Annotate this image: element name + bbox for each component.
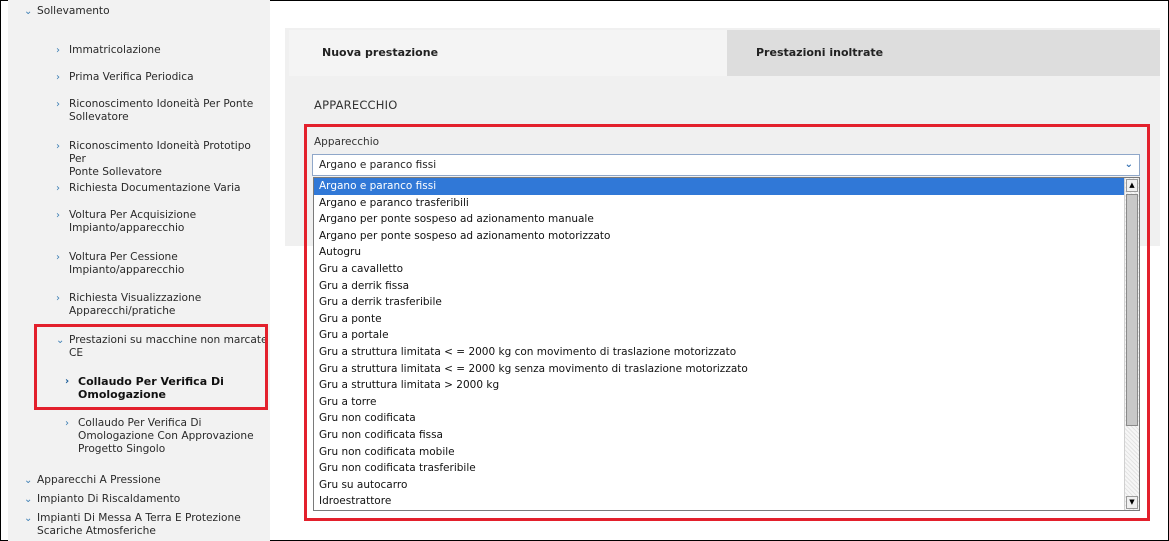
chevron-right-icon: › xyxy=(56,99,60,110)
sidebar-item-voltura-acquisizione[interactable]: › Voltura Per Acquisizione Impianto/appa… xyxy=(56,209,266,235)
field-highlight-box xyxy=(304,124,1150,521)
tab-prestazioni-inoltrate[interactable]: Prestazioni inoltrate xyxy=(727,30,1160,76)
sidebar-highlight-box xyxy=(34,324,268,410)
chevron-right-icon: › xyxy=(56,141,60,152)
chevron-down-icon: ⌄ xyxy=(24,494,33,505)
chevron-down-icon: ⌄ xyxy=(24,513,33,524)
tab-nuova-prestazione[interactable]: Nuova prestazione xyxy=(289,30,727,76)
sidebar-item-voltura-cessione[interactable]: › Voltura Per Cessione Impianto/apparecc… xyxy=(56,251,266,277)
chevron-right-icon: › xyxy=(56,183,60,194)
sidebar-item-immatricolazione[interactable]: › Immatricolazione xyxy=(56,44,266,57)
chevron-down-icon: ⌄ xyxy=(24,475,33,486)
chevron-right-icon: › xyxy=(56,210,60,221)
sidebar-group-sollevamento[interactable]: ⌄ Sollevamento xyxy=(24,5,264,18)
sidebar-group-apparecchi-pressione[interactable]: ⌄ Apparecchi A Pressione xyxy=(24,474,264,487)
chevron-right-icon: › xyxy=(65,418,69,429)
sidebar-item-riconoscimento-prototipo[interactable]: › Riconoscimento Idoneità Prototipo Per … xyxy=(56,140,270,179)
chevron-right-icon: › xyxy=(56,293,60,304)
chevron-down-icon: ⌄ xyxy=(24,6,33,17)
chevron-right-icon: › xyxy=(56,72,60,83)
sidebar-group-riscaldamento[interactable]: ⌄ Impianto Di Riscaldamento xyxy=(24,493,264,506)
chevron-right-icon: › xyxy=(56,45,60,56)
section-title: APPARECCHIO xyxy=(314,98,398,112)
sidebar-item-collaudo-progetto-singolo[interactable]: › Collaudo Per Verifica Di Omologazione … xyxy=(65,417,265,456)
sidebar-item-prima-verifica[interactable]: › Prima Verifica Periodica xyxy=(56,71,266,84)
sidebar-nav: ⌄ Sollevamento › Immatricolazione › Prim… xyxy=(8,0,270,541)
sidebar-item-richiesta-visualizzazione[interactable]: › Richiesta Visualizzazione Apparecchi/p… xyxy=(56,292,266,318)
sidebar-item-richiesta-documentazione[interactable]: › Richiesta Documentazione Varia xyxy=(56,182,266,195)
sidebar-item-riconoscimento-ponte[interactable]: › Riconoscimento Idoneità Per Ponte Soll… xyxy=(56,98,266,124)
chevron-right-icon: › xyxy=(56,252,60,263)
sidebar-group-messa-a-terra[interactable]: ⌄ Impianti Di Messa A Terra E Protezione… xyxy=(24,512,268,538)
